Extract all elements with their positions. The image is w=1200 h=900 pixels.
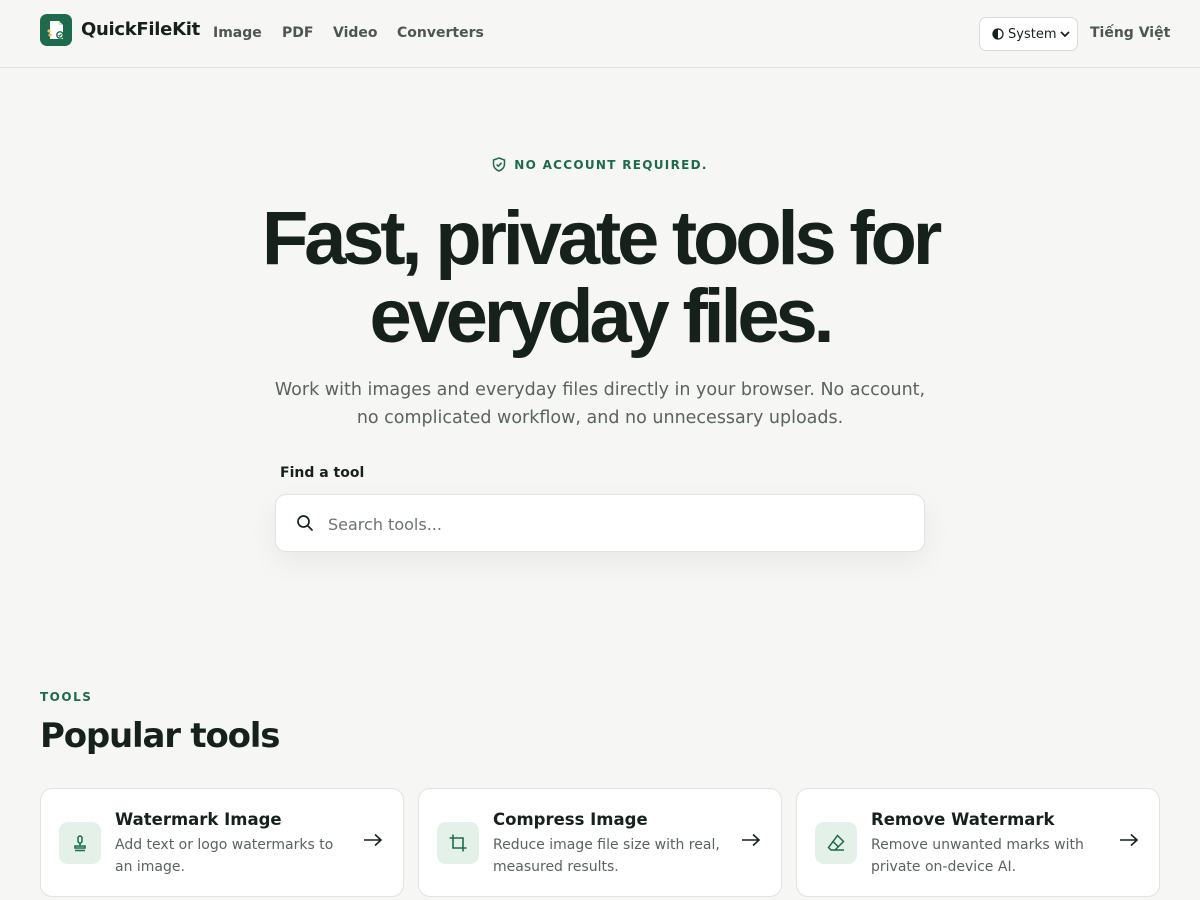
search-box[interactable] [275, 494, 925, 552]
search-input[interactable] [328, 509, 888, 539]
tool-card-title: Watermark Image [115, 810, 282, 829]
hero-eyebrow: NO ACCOUNT REQUIRED. [0, 157, 1200, 172]
tool-card-description: Remove unwanted marks with private on-de… [871, 837, 1084, 875]
arrow-right-icon [364, 833, 383, 847]
logo-icon[interactable] [40, 14, 72, 46]
nav-item-pdf[interactable]: PDF [282, 25, 313, 41]
theme-select-value: System [1008, 27, 1057, 42]
tool-card-watermark-image[interactable]: Watermark Image Add text or logo waterma… [40, 788, 404, 897]
tool-card-compress-image[interactable]: Compress Image Reduce image file size wi… [418, 788, 782, 897]
tool-card-description: Add text or logo watermarks to an image. [115, 837, 334, 875]
nav-item-video[interactable]: Video [333, 25, 378, 41]
arrow-right-icon [1120, 833, 1139, 847]
site-header: QuickFileKit Image PDF Video Converters … [0, 0, 1200, 68]
crop-icon [437, 822, 479, 864]
nav-item-converters[interactable]: Converters [397, 25, 484, 41]
tool-card-remove-watermark[interactable]: Remove Watermark Remove unwanted marks w… [796, 788, 1160, 897]
search-icon [297, 515, 313, 531]
brand-name[interactable]: QuickFileKit [81, 19, 200, 40]
search-label: Find a tool [280, 465, 365, 481]
tool-card-title: Compress Image [493, 810, 648, 829]
hero-subtitle: Work with images and everyday files dire… [274, 380, 926, 428]
eraser-icon [815, 822, 857, 864]
tool-card-title: Remove Watermark [871, 810, 1055, 829]
tools-eyebrow: TOOLS [40, 690, 93, 704]
half-circle-icon [992, 28, 1004, 40]
tools-title: Popular tools [40, 716, 280, 756]
hero-eyebrow-text: NO ACCOUNT REQUIRED. [514, 158, 708, 172]
chevron-down-icon [1060, 31, 1070, 38]
arrow-right-icon [742, 833, 761, 847]
nav-item-image[interactable]: Image [213, 25, 262, 41]
shield-check-icon [493, 157, 506, 172]
hero-title-line1: Fast, private tools for [261, 196, 942, 281]
language-switch[interactable]: Tiếng Việt [1090, 25, 1170, 41]
hero-title-line2: everyday files. [369, 274, 835, 359]
tool-card-description: Reduce image file size with real, measur… [493, 837, 720, 875]
hero-title: Fast, private tools for everyday files. [0, 200, 1200, 356]
theme-select[interactable]: System [979, 17, 1078, 51]
stamp-icon [59, 822, 101, 864]
